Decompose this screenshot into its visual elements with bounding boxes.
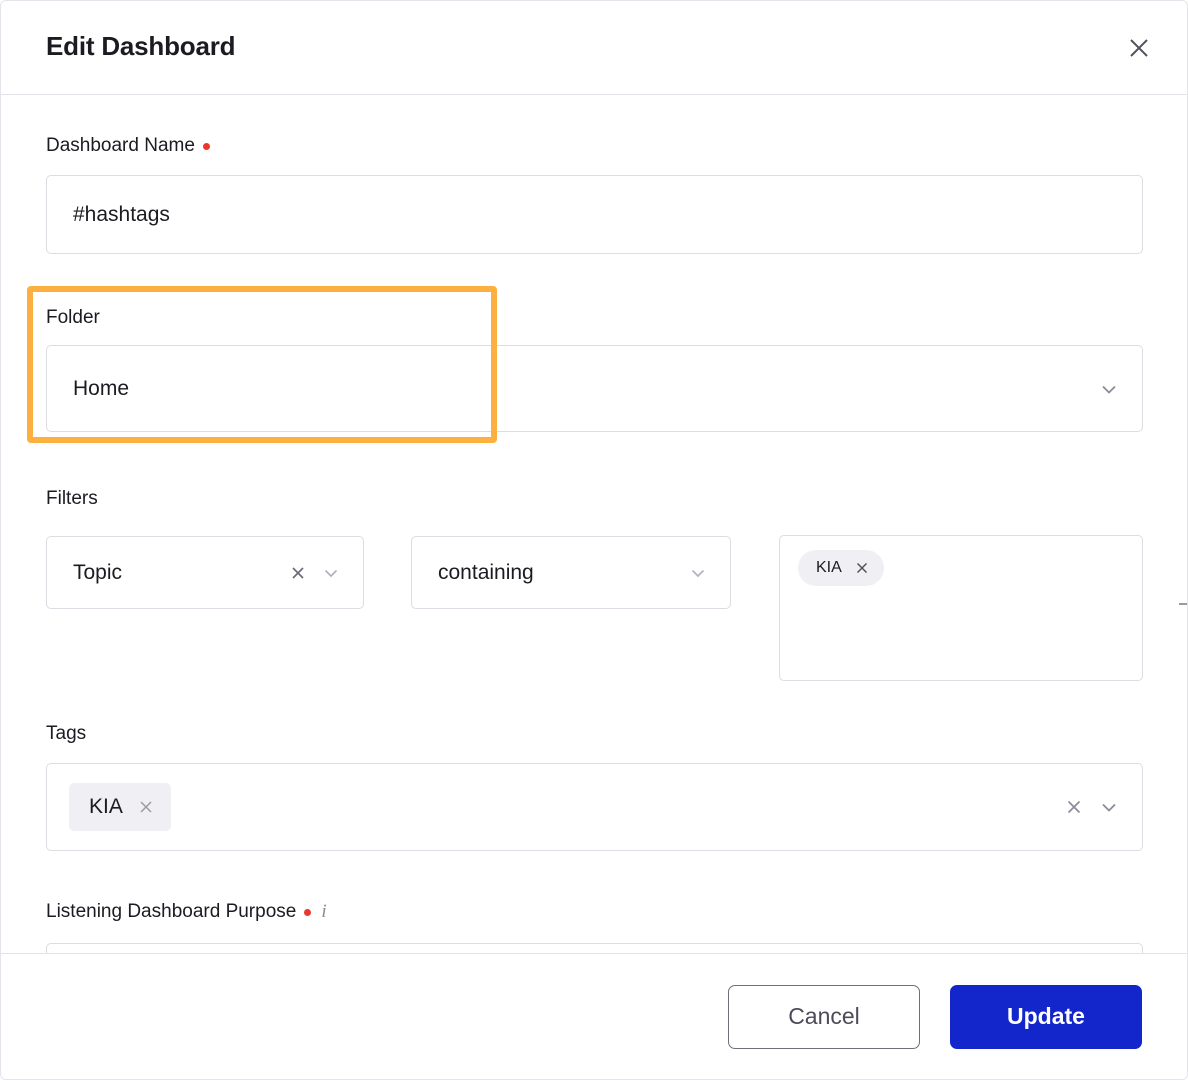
filter-operator-value: containing [438,560,534,584]
close-button[interactable] [1121,30,1157,66]
filter-operator-select[interactable]: containing [411,536,731,609]
chevron-down-icon[interactable] [1098,378,1120,400]
tag-chip-label: KIA [89,795,123,818]
chevron-down-icon[interactable] [688,563,708,583]
tags-adornments [1064,796,1142,818]
filter-operator-adornments [688,563,730,583]
info-icon[interactable]: i [321,901,326,923]
listening-dashboard-purpose-label-text: Listening Dashboard Purpose [46,901,297,922]
required-indicator [202,142,210,150]
tags-select[interactable]: KIA [46,763,1143,851]
dashboard-name-input[interactable]: #hashtags [46,175,1143,254]
close-icon [1130,39,1148,57]
tags-label: Tags [46,723,86,745]
close-icon[interactable] [137,798,155,816]
filter-subject-select[interactable]: Topic [46,536,364,609]
close-icon[interactable] [1064,797,1084,817]
plus-icon[interactable] [1175,591,1187,617]
folder-select[interactable]: Home [46,345,1143,432]
edit-dashboard-dialog: Edit Dashboard Dashboard Name #hashtags … [0,0,1188,1080]
tag-chip[interactable]: KIA [69,783,171,831]
close-icon[interactable] [854,560,870,576]
cancel-button[interactable]: Cancel [728,984,920,1049]
filters-label: Filters [46,488,98,510]
dashboard-name-value: #hashtags [73,202,170,226]
required-indicator [304,908,312,916]
dialog-header: Edit Dashboard [1,1,1187,95]
tags-label-text: Tags [46,723,87,744]
dashboard-name-label-text: Dashboard Name [46,135,195,156]
folder-label-text: Folder [46,307,100,328]
chevron-down-icon[interactable] [1098,796,1120,818]
filters-label-text: Filters [46,488,98,509]
dashboard-name-label: Dashboard Name [46,135,210,157]
dialog-footer: Cancel Update [1,953,1187,1079]
folder-value: Home [73,376,130,400]
filter-value-chip-label: KIA [816,559,842,576]
folder-adornments [1098,378,1142,400]
filter-subject-adornments [289,563,363,583]
close-icon[interactable] [289,564,307,582]
filter-subject-value: Topic [73,560,123,584]
page-title: Edit Dashboard [46,31,236,61]
chevron-down-icon[interactable] [321,563,341,583]
folder-label: Folder [46,307,100,329]
filter-values-box[interactable]: KIA [779,535,1143,681]
listening-dashboard-purpose-label: Listening Dashboard Purpose i [46,901,327,923]
dialog-body: Dashboard Name #hashtags Folder Home Fil… [1,95,1187,955]
filter-value-chip[interactable]: KIA [798,550,884,586]
update-button[interactable]: Update [950,984,1142,1049]
